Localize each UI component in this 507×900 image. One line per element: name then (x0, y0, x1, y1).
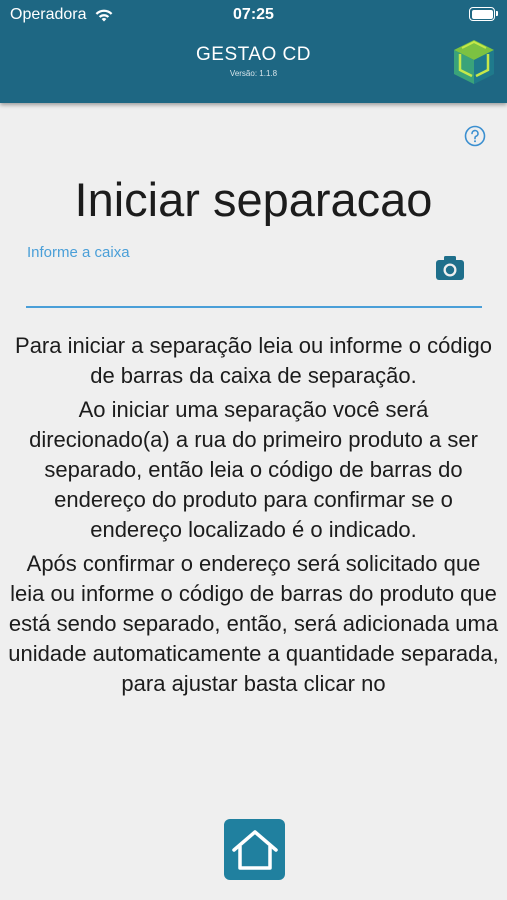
instruction-paragraph: Ao iniciar uma separação você será direc… (29, 397, 478, 542)
status-bar: Operadora 07:25 (0, 0, 507, 30)
instruction-paragraph: Para iniciar a separação leia ou informe… (15, 333, 492, 388)
battery-icon (469, 7, 498, 21)
app-header: Operadora 07:25 GESTAO CD Versão: 1.1.8 (0, 0, 507, 103)
help-circle-icon[interactable] (464, 125, 486, 147)
page-title: Iniciar separacao (74, 173, 433, 226)
home-icon (231, 829, 278, 870)
status-time: 07:25 (233, 6, 274, 23)
camera-icon[interactable] (435, 254, 465, 282)
cube-logo-icon (454, 40, 494, 84)
app-title: GESTAO CD (196, 44, 311, 65)
instruction-paragraph: Após confirmar o endereço será solicitad… (8, 551, 499, 696)
case-field-underline (26, 306, 482, 308)
home-button[interactable] (224, 819, 285, 880)
app-version: Versão: 1.1.8 (229, 69, 278, 78)
case-input[interactable] (26, 268, 426, 302)
instructions: Para iniciar a separação leia ou informe… (8, 331, 499, 801)
case-field-label: Informe a caixa (27, 244, 130, 261)
